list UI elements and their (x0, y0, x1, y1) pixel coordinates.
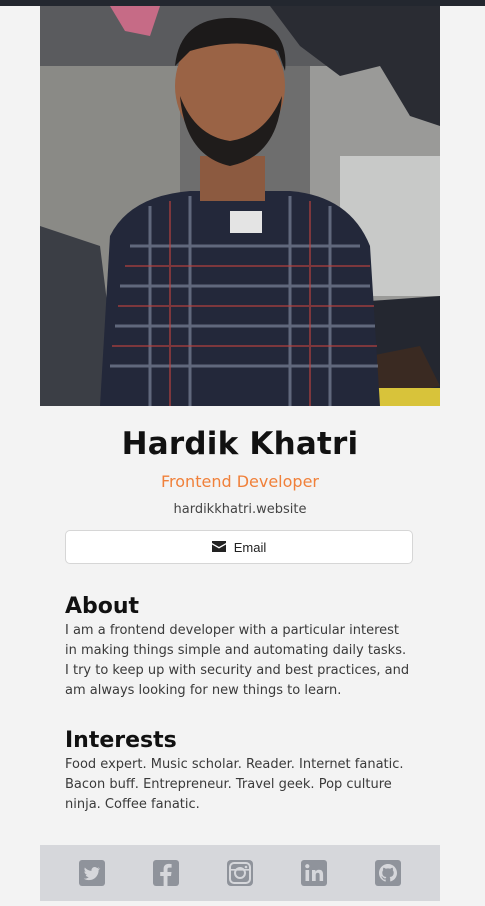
email-button[interactable]: Email (65, 530, 413, 564)
interests-text: Food expert. Music scholar. Reader. Inte… (65, 757, 404, 812)
about-heading: About (65, 594, 140, 619)
twitter-icon[interactable] (79, 860, 105, 886)
email-button-label: Email (233, 539, 267, 555)
profile-card: Hardik Khatri Frontend Developer hardikk… (40, 6, 440, 901)
linkedin-icon[interactable] (301, 860, 327, 886)
facebook-icon[interactable] (153, 860, 179, 886)
website-link[interactable]: hardikkhatri.website (40, 502, 440, 517)
instagram-icon[interactable] (227, 860, 253, 886)
envelope-icon (211, 540, 226, 555)
social-footer (40, 845, 440, 901)
github-icon[interactable] (375, 860, 401, 886)
interests-heading: Interests (65, 728, 177, 753)
profile-title: Frontend Developer (161, 472, 319, 491)
profile-photo (40, 6, 440, 406)
profile-name: Hardik Khatri (121, 426, 359, 462)
about-text: I am a frontend developer with a particu… (65, 623, 410, 698)
